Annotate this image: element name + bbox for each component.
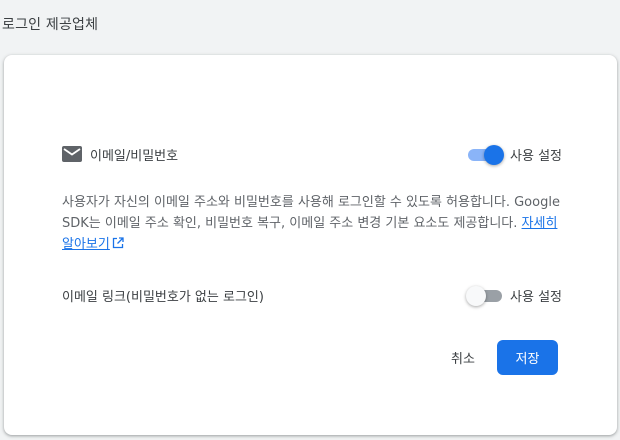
description-text: 사용자가 자신의 이메일 주소와 비밀번호를 사용해 로그인할 수 있도록 허용… xyxy=(62,195,560,231)
email-password-description: 사용자가 자신의 이메일 주소와 비밀번호를 사용해 로그인할 수 있도록 허용… xyxy=(62,192,562,255)
email-password-label: 이메일/비밀번호 xyxy=(90,148,179,164)
save-button[interactable]: 저장 xyxy=(497,340,558,375)
email-link-toggle-control[interactable]: 사용 설정 xyxy=(466,285,562,306)
email-password-toggle[interactable] xyxy=(468,144,505,165)
toggle-knob xyxy=(484,145,505,165)
email-link-label: 이메일 링크(비밀번호가 없는 로그인) xyxy=(62,289,264,305)
page: 로그인 제공업체 이메일/비밀번호 사용 설정 사용자가 자신의 이메일 주소와… xyxy=(0,0,620,440)
email-password-toggle-control[interactable]: 사용 설정 xyxy=(468,144,562,165)
email-link-row: 이메일 링크(비밀번호가 없는 로그인) 사용 설정 xyxy=(62,284,562,306)
provider-settings-card: 이메일/비밀번호 사용 설정 사용자가 자신의 이메일 주소와 비밀번호를 사용… xyxy=(4,55,617,435)
cancel-button[interactable]: 취소 xyxy=(432,340,494,374)
email-password-toggle-label: 사용 설정 xyxy=(510,148,562,164)
email-link-toggle-label: 사용 설정 xyxy=(510,289,562,305)
external-link-icon xyxy=(112,235,124,249)
email-link-toggle[interactable] xyxy=(466,285,503,306)
email-password-row: 이메일/비밀번호 사용 설정 xyxy=(62,143,562,165)
section-title: 로그인 제공업체 xyxy=(2,17,99,33)
toggle-knob xyxy=(466,286,487,306)
mail-icon xyxy=(62,146,82,162)
